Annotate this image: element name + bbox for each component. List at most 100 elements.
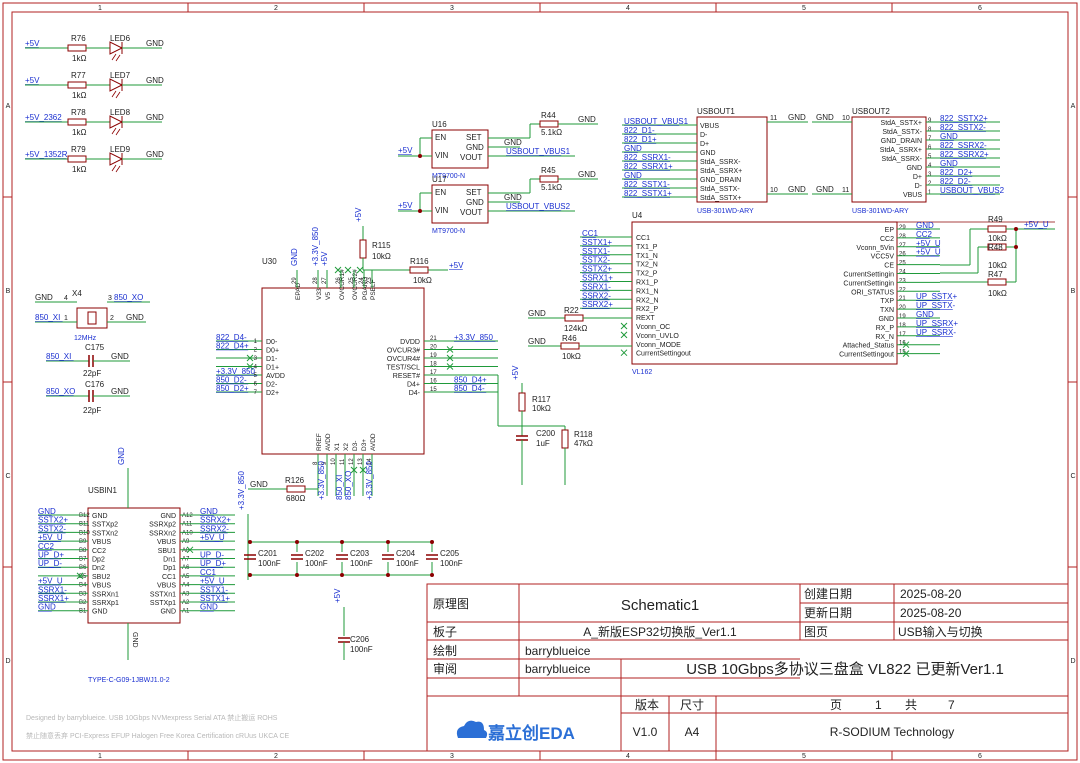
pin-name: VIN — [435, 206, 449, 215]
resistor-icon — [67, 44, 87, 52]
cap-ref: C206 — [350, 635, 370, 644]
watermark-line: 禁止随意丢弃 PCI-Express EFUP Halogen Free Kor… — [26, 731, 290, 740]
net-label: SSRX1- — [38, 585, 67, 594]
pin-num: B11 — [79, 522, 90, 528]
pin-name: REXT — [636, 315, 655, 322]
pin-name: CurrentSettingin — [843, 272, 894, 279]
junction-dot — [295, 540, 299, 544]
grid-col-label: 3 — [450, 753, 454, 760]
crystal-icon — [76, 307, 108, 329]
junction-dot — [340, 540, 344, 544]
net-label: +5V — [511, 365, 520, 380]
tb-label: 板子 — [433, 625, 457, 639]
cap-value: 100nF — [350, 559, 373, 568]
cap-value: 100nF — [350, 645, 373, 654]
cap-ref: C202 — [305, 549, 325, 558]
net-label: UP_SSTX+ — [916, 292, 957, 301]
pin-num: 2 — [254, 348, 258, 354]
pin-num: A12 — [182, 513, 193, 519]
ic-part: MT9700-N — [432, 228, 465, 235]
net-label: 822_D2+ — [940, 168, 973, 177]
pin-num: 6 — [928, 145, 932, 151]
net-label: +5V_U — [1024, 220, 1049, 229]
led-ray — [111, 53, 117, 61]
grid-col-label: 4 — [626, 753, 630, 760]
grid-col-label: 5 — [802, 753, 806, 760]
tb-label: 审阅 — [433, 661, 457, 676]
pin-num: 23 — [367, 277, 373, 284]
pin-num: A9 — [182, 539, 190, 545]
pin-name: StdA_SSTX- — [882, 129, 922, 136]
led-indicator-block: +5V R76 1kΩ LED6 GND +5V R77 1kΩ LED7 GND +5V_2362… — [25, 34, 164, 174]
net-label: 822_SSTX1- — [624, 180, 670, 189]
pin-num: 24 — [359, 277, 365, 284]
pin-num: 12 — [349, 458, 355, 465]
gnd-label: GND — [111, 387, 129, 396]
pin-name: D- — [700, 132, 708, 139]
resistor-ref: R77 — [71, 71, 86, 80]
resistor-value: 1kΩ — [72, 128, 86, 137]
pin-num: 21 — [899, 296, 906, 302]
pin-num: 19 — [430, 353, 437, 359]
resistor-icon — [539, 175, 559, 183]
net-label: UP_SSRX- — [916, 328, 956, 337]
resistor-ref: R49 — [988, 215, 1003, 224]
pin-name: StdA_SSRX- — [700, 159, 741, 166]
gnd-label: GND — [35, 293, 53, 302]
pin-num: 2 — [928, 181, 932, 187]
pin-name: Vconn_UVLO — [636, 333, 679, 340]
net-label: 850_D4- — [454, 384, 485, 393]
pin-num: 10 — [842, 115, 850, 122]
net-label: GND — [916, 221, 934, 230]
net-label: 822_SSRX2+ — [940, 150, 989, 159]
net-label: SSTX2- — [582, 256, 610, 265]
pin-name: RX2_P — [636, 306, 659, 313]
pin-name: VOUT — [460, 153, 482, 162]
logo-text: 嘉立创EDA — [487, 723, 575, 743]
resistor-ref: R79 — [71, 145, 86, 154]
pin-name: VOUT — [460, 208, 482, 217]
gnd-label: GND — [146, 150, 164, 159]
led-icon — [109, 41, 124, 55]
usb-c-input-connector: USBIN1GNDGNDB12GNDSSTXp2B11SSTX2+SSTXn2B… — [38, 447, 235, 684]
pin-name: Dp1 — [163, 565, 176, 572]
pin-num: A10 — [182, 530, 193, 536]
pin-name: SET — [466, 188, 482, 197]
led-ray — [115, 91, 121, 99]
net-label: 822_D2- — [940, 177, 971, 186]
connector-ref: USBOUT1 — [697, 107, 735, 116]
pin-name: StdA_SSTX+ — [881, 120, 922, 127]
led-ray — [111, 164, 117, 172]
gnd-label: GND — [146, 113, 164, 122]
pin-name: VBUS — [157, 583, 176, 590]
grid-row-label: D — [5, 658, 10, 665]
net-label: +5V — [449, 261, 464, 270]
gnd-label: GND — [788, 185, 806, 194]
power-switch-block: U16ENVINSETGNDVOUTMT9700-N+5VR445.1kΩGND… — [398, 111, 598, 235]
tb-label: 原理图 — [433, 597, 469, 611]
pin-name: RX_P — [876, 325, 895, 332]
net-label: SSTX1- — [582, 247, 610, 256]
pin-num: 3 — [108, 295, 112, 302]
pin-name: SBU2 — [92, 574, 110, 581]
pin-num: 8 — [928, 127, 932, 133]
pin-num: 27 — [899, 243, 906, 249]
ic-part: VL162 — [632, 369, 652, 376]
grid-col-label: 4 — [626, 5, 630, 12]
pin-name: RESET# — [393, 373, 420, 380]
net-label: USBOUT_VBUS2 — [506, 202, 571, 211]
pin-num: A4 — [182, 583, 190, 589]
junction-dot — [386, 573, 390, 577]
pin-name: VBUS — [92, 539, 111, 546]
led-ray — [115, 54, 121, 62]
pin-name: SSRXp1 — [92, 600, 119, 607]
grid-row-label: C — [5, 473, 10, 480]
cap-ref: C176 — [85, 380, 105, 389]
pin-name: CurrentSettingout — [636, 351, 691, 358]
pin-name: TEST/SCL — [387, 365, 421, 372]
tb-label: 版本 — [635, 698, 659, 712]
pin-name: D2- — [266, 382, 278, 389]
title-block: 原理图 Schematic1 创建日期 2025-08-20 更新日期 2025-08-2… — [426, 583, 1069, 752]
pin-num: 13 — [358, 458, 364, 465]
capacitor-icon — [426, 554, 438, 560]
